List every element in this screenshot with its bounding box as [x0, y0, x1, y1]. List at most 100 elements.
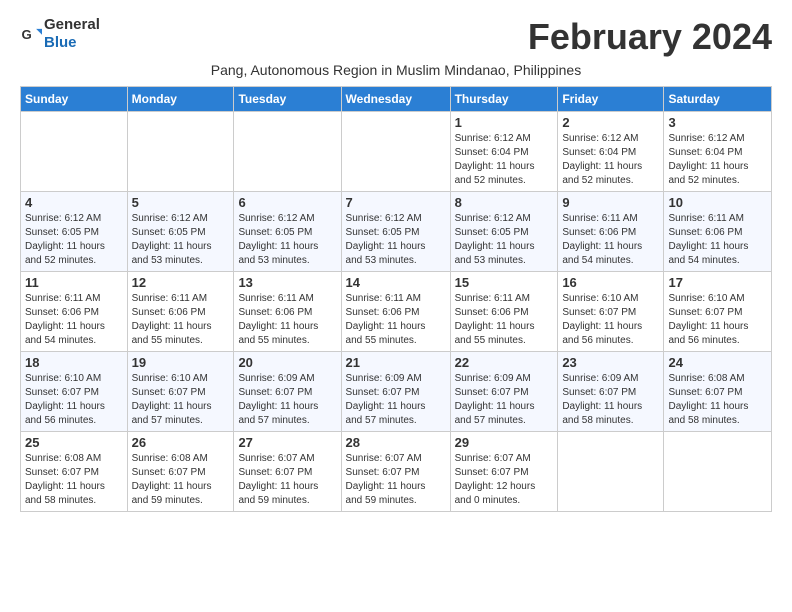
col-header-tuesday: Tuesday [234, 87, 341, 112]
day-cell: 18 Sunrise: 6:10 AM Sunset: 6:07 PM Dayli… [21, 352, 128, 432]
day-info: Sunrise: 6:08 AM Sunset: 6:07 PM Dayligh… [25, 452, 123, 508]
day-cell: 12Sunrise: 6:11 AM Sunset: 6:06 PM Dayli… [127, 272, 234, 352]
day-number: 25 [25, 435, 123, 450]
day-cell [234, 112, 341, 192]
day-cell: 16 Sunrise: 6:10 AM Sunset: 6:07 PM Dayli… [558, 272, 664, 352]
day-cell: 29 Sunrise: 6:07 AM Sunset: 6:07 PM Dayli… [450, 432, 558, 512]
day-info: Sunrise: 6:12 AM Sunset: 6:04 PM Dayligh… [668, 132, 767, 188]
day-info: Sunrise: 6:12 AM Sunset: 6:05 PM Dayligh… [238, 212, 336, 268]
day-info: Sunrise: 6:12 AM Sunset: 6:04 PM Dayligh… [562, 132, 659, 188]
col-header-monday: Monday [127, 87, 234, 112]
day-cell: 27 Sunrise: 6:07 AM Sunset: 6:07 PM Dayli… [234, 432, 341, 512]
svg-text:G: G [21, 27, 31, 42]
day-info: Sunrise: 6:12 AM Sunset: 6:05 PM Dayligh… [25, 212, 123, 268]
day-number: 17 [668, 275, 767, 290]
week-row-1: 1Sunrise: 6:12 AM Sunset: 6:04 PM Daylig… [21, 112, 772, 192]
day-number: 28 [346, 435, 446, 450]
col-header-saturday: Saturday [664, 87, 772, 112]
day-cell [127, 112, 234, 192]
day-info: Sunrise: 6:09 AM Sunset: 6:07 PM Dayligh… [346, 372, 446, 428]
day-info: Sunrise: 6:08 AM Sunset: 6:07 PM Dayligh… [668, 372, 767, 428]
day-number: 26 [132, 435, 230, 450]
day-info: Sunrise: 6:07 AM Sunset: 6:07 PM Dayligh… [238, 452, 336, 508]
day-info: Sunrise: 6:09 AM Sunset: 6:07 PM Dayligh… [562, 372, 659, 428]
day-cell: 10 Sunrise: 6:11 AM Sunset: 6:06 PM Dayli… [664, 192, 772, 272]
day-info: Sunrise: 6:08 AM Sunset: 6:07 PM Dayligh… [132, 452, 230, 508]
day-number: 19 [132, 355, 230, 370]
day-info: Sunrise: 6:10 AM Sunset: 6:07 PM Dayligh… [562, 292, 659, 348]
logo-general: General [44, 16, 100, 33]
day-info: Sunrise: 6:11 AM Sunset: 6:06 PM Dayligh… [346, 292, 446, 348]
day-cell: 9Sunrise: 6:11 AM Sunset: 6:06 PM Daylig… [558, 192, 664, 272]
day-cell: 8 Sunrise: 6:12 AM Sunset: 6:05 PM Daylig… [450, 192, 558, 272]
day-number: 18 [25, 355, 123, 370]
day-number: 15 [455, 275, 554, 290]
col-header-wednesday: Wednesday [341, 87, 450, 112]
day-cell: 28 Sunrise: 6:07 AM Sunset: 6:07 PM Dayli… [341, 432, 450, 512]
month-title: February 2024 [528, 16, 772, 58]
header-row: SundayMondayTuesdayWednesdayThursdayFrid… [21, 87, 772, 112]
day-info: Sunrise: 6:11 AM Sunset: 6:06 PM Dayligh… [455, 292, 554, 348]
day-number: 11 [25, 275, 123, 290]
week-row-4: 18 Sunrise: 6:10 AM Sunset: 6:07 PM Dayli… [21, 352, 772, 432]
day-cell: 25 Sunrise: 6:08 AM Sunset: 6:07 PM Dayli… [21, 432, 128, 512]
day-cell: 13Sunrise: 6:11 AM Sunset: 6:06 PM Dayli… [234, 272, 341, 352]
calendar-table: SundayMondayTuesdayWednesdayThursdayFrid… [20, 86, 772, 512]
day-number: 4 [25, 195, 123, 210]
day-number: 7 [346, 195, 446, 210]
day-number: 8 [455, 195, 554, 210]
day-number: 2 [562, 115, 659, 130]
day-number: 10 [668, 195, 767, 210]
subtitle: Pang, Autonomous Region in Muslim Mindan… [20, 62, 772, 78]
logo: G General Blue [20, 16, 100, 52]
day-cell [341, 112, 450, 192]
day-info: Sunrise: 6:12 AM Sunset: 6:05 PM Dayligh… [455, 212, 554, 268]
day-cell: 6 Sunrise: 6:12 AM Sunset: 6:05 PM Daylig… [234, 192, 341, 272]
day-number: 20 [238, 355, 336, 370]
day-number: 12 [132, 275, 230, 290]
day-cell: 26 Sunrise: 6:08 AM Sunset: 6:07 PM Dayli… [127, 432, 234, 512]
day-cell: 11Sunrise: 6:11 AM Sunset: 6:06 PM Dayli… [21, 272, 128, 352]
day-number: 24 [668, 355, 767, 370]
header: G General Blue February 2024 [20, 16, 772, 58]
day-number: 6 [238, 195, 336, 210]
day-cell: 19 Sunrise: 6:10 AM Sunset: 6:07 PM Dayli… [127, 352, 234, 432]
day-number: 23 [562, 355, 659, 370]
day-info: Sunrise: 6:10 AM Sunset: 6:07 PM Dayligh… [132, 372, 230, 428]
col-header-thursday: Thursday [450, 87, 558, 112]
week-row-2: 4 Sunrise: 6:12 AM Sunset: 6:05 PM Daylig… [21, 192, 772, 272]
day-number: 22 [455, 355, 554, 370]
day-cell: 3 Sunrise: 6:12 AM Sunset: 6:04 PM Daylig… [664, 112, 772, 192]
day-cell [558, 432, 664, 512]
day-number: 29 [455, 435, 554, 450]
day-info: Sunrise: 6:10 AM Sunset: 6:07 PM Dayligh… [25, 372, 123, 428]
day-number: 9 [562, 195, 659, 210]
day-number: 16 [562, 275, 659, 290]
day-number: 21 [346, 355, 446, 370]
day-cell: 23 Sunrise: 6:09 AM Sunset: 6:07 PM Dayli… [558, 352, 664, 432]
day-cell: 17 Sunrise: 6:10 AM Sunset: 6:07 PM Dayli… [664, 272, 772, 352]
day-cell: 5 Sunrise: 6:12 AM Sunset: 6:05 PM Daylig… [127, 192, 234, 272]
day-cell: 2 Sunrise: 6:12 AM Sunset: 6:04 PM Daylig… [558, 112, 664, 192]
day-number: 27 [238, 435, 336, 450]
col-header-sunday: Sunday [21, 87, 128, 112]
day-info: Sunrise: 6:09 AM Sunset: 6:07 PM Dayligh… [238, 372, 336, 428]
day-number: 5 [132, 195, 230, 210]
day-info: Sunrise: 6:10 AM Sunset: 6:07 PM Dayligh… [668, 292, 767, 348]
logo-icon: G [20, 23, 42, 45]
day-number: 3 [668, 115, 767, 130]
logo-blue: Blue [44, 34, 77, 51]
day-cell: 15 Sunrise: 6:11 AM Sunset: 6:06 PM Dayli… [450, 272, 558, 352]
day-info: Sunrise: 6:07 AM Sunset: 6:07 PM Dayligh… [346, 452, 446, 508]
day-info: Sunrise: 6:12 AM Sunset: 6:05 PM Dayligh… [132, 212, 230, 268]
day-cell [664, 432, 772, 512]
day-cell: 22Sunrise: 6:09 AM Sunset: 6:07 PM Dayli… [450, 352, 558, 432]
week-row-3: 11 Sunrise: 6:11 AM Sunset: 6:06 PM Dayli… [21, 272, 772, 352]
week-row-5: 25 Sunrise: 6:08 AM Sunset: 6:07 PM Dayli… [21, 432, 772, 512]
day-cell: 21 Sunrise: 6:09 AM Sunset: 6:07 PM Dayli… [341, 352, 450, 432]
day-cell: 4 Sunrise: 6:12 AM Sunset: 6:05 PM Daylig… [21, 192, 128, 272]
day-cell: 1Sunrise: 6:12 AM Sunset: 6:04 PM Daylig… [450, 112, 558, 192]
day-info: Sunrise: 6:07 AM Sunset: 6:07 PM Dayligh… [455, 452, 554, 508]
day-info: Sunrise: 6:11 AM Sunset: 6:06 PM Dayligh… [668, 212, 767, 268]
day-cell: 7Sunrise: 6:12 AM Sunset: 6:05 PM Daylig… [341, 192, 450, 272]
